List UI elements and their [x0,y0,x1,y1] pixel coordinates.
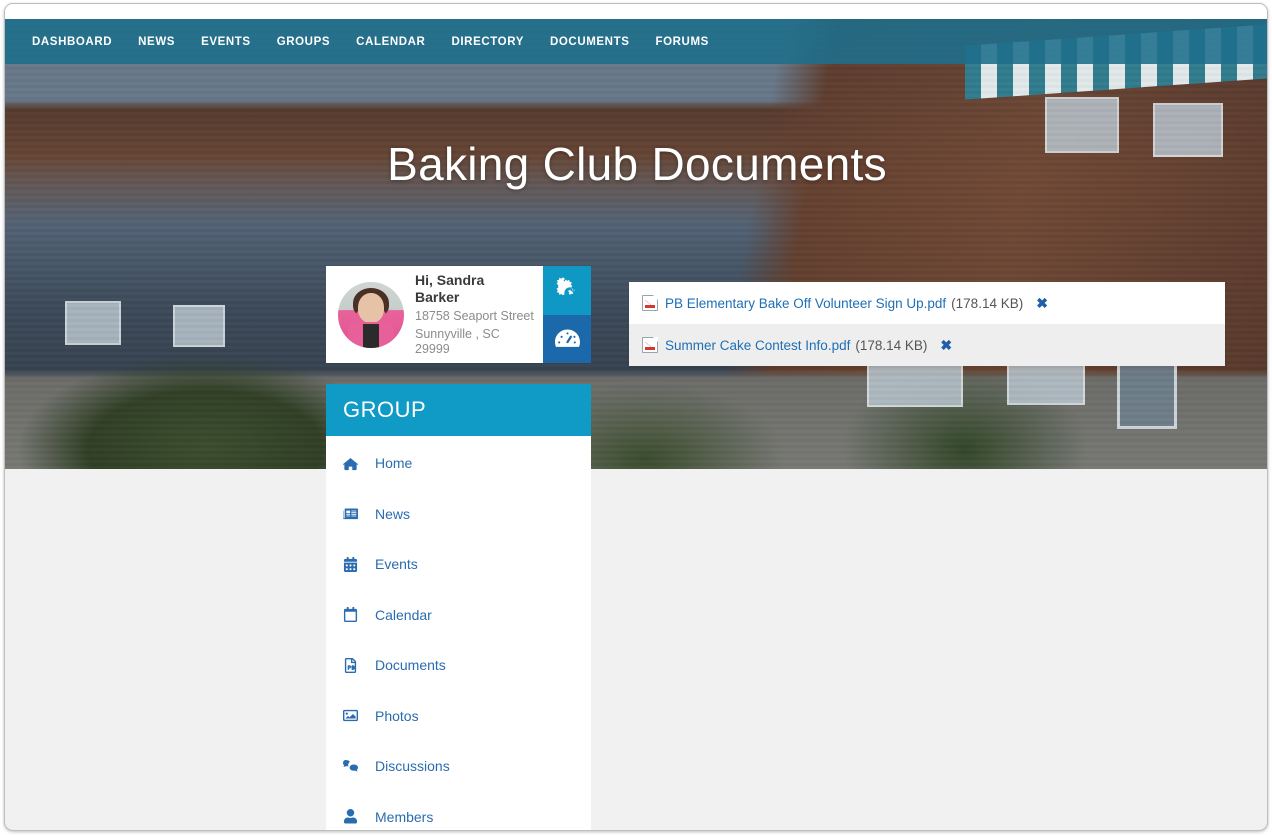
window-decoration [173,305,225,347]
sidebar-item-label: Photos [375,707,419,724]
calendar-check-icon [343,556,365,572]
home-icon [343,456,365,471]
nav-item-dashboard[interactable]: DASHBOARD [19,30,125,54]
sidebar-item-label: Home [375,455,413,472]
document-size: (178.14 KB) [855,337,928,353]
sidebar-item-label: News [375,505,411,522]
nav-item-calendar[interactable]: CALENDAR [343,30,438,54]
sidebar-item-events[interactable]: Events [326,539,591,590]
image-icon [343,708,365,723]
avatar [338,281,404,348]
nav-item-groups[interactable]: GROUPS [264,30,343,54]
delete-document-button[interactable]: ✖ [940,338,952,352]
avatar-face [358,292,384,323]
hero-banner: DASHBOARD NEWS EVENTS GROUPS CALENDAR DI… [5,19,1267,469]
group-sidebar-menu: Home News Events Calendar Documents Phot… [326,436,591,831]
hero-background-photo [5,19,1267,469]
table-row: PB Elementary Bake Off Volunteer Sign Up… [629,282,1225,324]
nav-item-directory[interactable]: DIRECTORY [438,30,537,54]
profile-greeting: Hi, Sandra Barker [415,271,485,305]
top-navigation: DASHBOARD NEWS EVENTS GROUPS CALENDAR DI… [5,19,1267,64]
pdf-file-icon [642,295,658,311]
nav-item-forums[interactable]: FORUMS [642,30,721,54]
profile-text: Hi, Sandra Barker 18758 Seaport Street S… [415,272,535,358]
dashboard-button[interactable] [543,314,591,363]
documents-list: PB Elementary Bake Off Volunteer Sign Up… [629,282,1225,366]
document-size: (178.14 KB) [951,295,1024,311]
calendar-icon [343,607,365,623]
user-icon [343,809,365,824]
sidebar-item-label: Events [375,556,418,573]
profile-action-buttons [543,266,591,363]
profile-summary: Hi, Sandra Barker 18758 Seaport Street S… [326,266,543,363]
nav-item-events[interactable]: EVENTS [188,30,264,54]
browser-top-strip [5,4,1267,19]
delete-document-button[interactable]: ✖ [1036,296,1048,310]
tachometer-icon [554,324,580,354]
nav-item-news[interactable]: NEWS [125,30,188,54]
profile-address-line1: 18758 Seaport Street [415,308,534,323]
sidebar-item-news[interactable]: News [326,489,591,540]
table-row: Summer Cake Contest Info.pdf (178.14 KB)… [629,324,1225,366]
sidebar-item-home[interactable]: Home [326,438,591,489]
sidebar-item-members[interactable]: Members [326,792,591,831]
newspaper-icon [343,506,365,521]
page-title: Baking Club Documents [387,138,887,190]
sidebar-item-calendar[interactable]: Calendar [326,590,591,641]
group-sidebar-header: GROUP [326,384,591,436]
file-pdf-icon [343,657,365,673]
pdf-file-icon [642,337,658,353]
page-frame: DASHBOARD NEWS EVENTS GROUPS CALENDAR DI… [4,3,1268,831]
settings-button[interactable] [543,266,591,315]
window-decoration [65,301,121,345]
sidebar-item-label: Members [375,808,434,825]
avatar-shirt [363,323,379,348]
sidebar-item-label: Documents [375,657,446,674]
document-link[interactable]: PB Elementary Bake Off Volunteer Sign Up… [665,296,946,311]
comments-icon [343,759,365,774]
gears-icon [555,275,580,305]
profile-card: Hi, Sandra Barker 18758 Seaport Street S… [326,266,591,363]
sidebar-item-photos[interactable]: Photos [326,691,591,742]
sidebar-item-label: Discussions [375,758,450,775]
nav-item-documents[interactable]: DOCUMENTS [537,30,643,54]
sidebar-item-documents[interactable]: Documents [326,640,591,691]
group-sidebar: GROUP Home News Events Calendar Document… [326,384,591,831]
document-link[interactable]: Summer Cake Contest Info.pdf [665,338,850,353]
sidebar-item-discussions[interactable]: Discussions [326,741,591,792]
profile-address-line2: Sunnyville , SC 29999 [415,326,500,357]
sidebar-item-label: Calendar [375,606,432,623]
